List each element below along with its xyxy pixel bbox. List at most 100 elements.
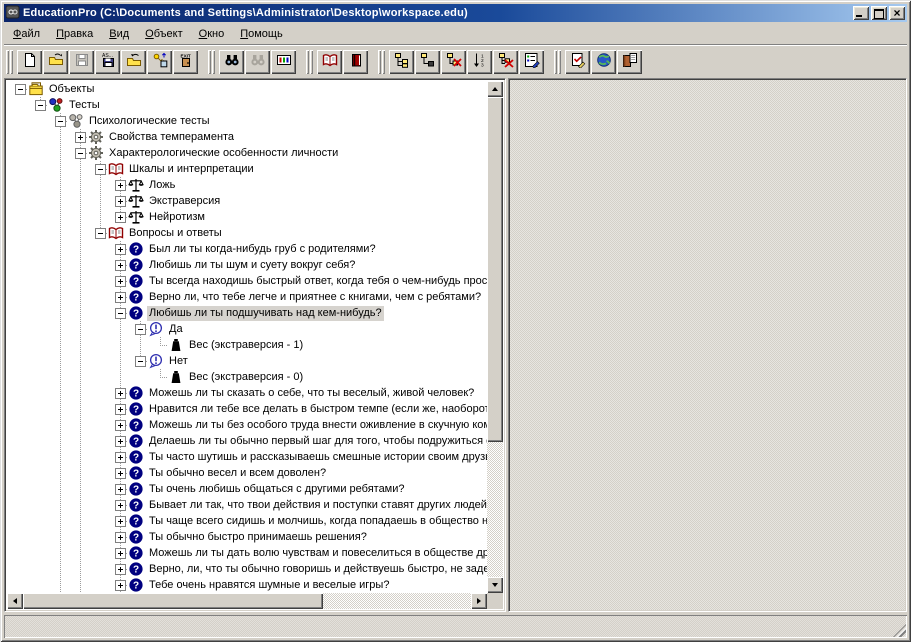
tree-node-label[interactable]: Объекты <box>47 82 96 97</box>
toolbar-grip[interactable] <box>10 50 13 74</box>
vertical-scrollbar[interactable] <box>487 81 503 593</box>
tree-node-label[interactable]: Шкалы и интерпретации <box>127 162 256 177</box>
vertical-scroll-thumb[interactable] <box>487 97 503 442</box>
close-button[interactable]: × <box>889 6 905 20</box>
toolbar-grip[interactable] <box>6 50 9 74</box>
horizontal-scrollbar[interactable] <box>7 593 487 609</box>
exit-button[interactable]: EXIT <box>173 50 198 74</box>
tree-expander-plus[interactable] <box>115 260 126 271</box>
tree-node-label[interactable]: Вес (экстраверсия - 0) <box>187 370 305 385</box>
minimize-button[interactable] <box>853 6 869 20</box>
tree-node-label[interactable]: Ты обычно быстро принимаешь решения? <box>147 530 369 545</box>
find-button[interactable] <box>219 50 244 74</box>
tree-expander-plus[interactable] <box>115 500 126 511</box>
scroll-left-button[interactable] <box>7 593 23 609</box>
tree-node-label[interactable]: Нет <box>167 354 190 369</box>
title-bar[interactable]: EducationPro (C:\Documents and Settings\… <box>4 4 907 22</box>
tree-expander-minus[interactable] <box>35 100 46 111</box>
toolbar-grip[interactable] <box>208 50 211 74</box>
tree-node-label[interactable]: Ты всегда находишь быстрый ответ, когда … <box>147 274 487 289</box>
tree-expander-plus[interactable] <box>115 564 126 575</box>
scroll-right-button[interactable] <box>471 593 487 609</box>
tree-node-label[interactable]: Психологические тесты <box>87 114 212 129</box>
tree-expander-plus[interactable] <box>115 580 126 591</box>
tree-expander-minus[interactable] <box>75 148 86 159</box>
open-book-button[interactable] <box>317 50 342 74</box>
new-button[interactable] <box>17 50 42 74</box>
tree-expander-plus[interactable] <box>115 180 126 191</box>
tree-expander-minus[interactable] <box>95 228 106 239</box>
columns-button[interactable] <box>271 50 296 74</box>
scroll-up-button[interactable] <box>487 81 503 97</box>
tree-expander-plus[interactable] <box>115 436 126 447</box>
menu-item-1[interactable]: Файл <box>5 26 48 43</box>
tree-node-label[interactable]: Характерологические особенности личности <box>107 146 340 161</box>
tree-node-label[interactable]: Ты обычно весел и всем доволен? <box>147 466 328 481</box>
open-button[interactable] <box>43 50 68 74</box>
tree-expander-plus[interactable] <box>115 548 126 559</box>
tree-expander-plus[interactable] <box>115 244 126 255</box>
properties-button[interactable] <box>519 50 544 74</box>
reference-button[interactable] <box>617 50 642 74</box>
add-node-button[interactable] <box>415 50 440 74</box>
save-button[interactable] <box>69 50 94 74</box>
scroll-down-button[interactable] <box>487 577 503 593</box>
toolbar-grip[interactable] <box>382 50 385 74</box>
tree-node-label[interactable]: Ты чаще всего сидишь и молчишь, когда по… <box>147 514 487 529</box>
save-as-button[interactable]: AS... <box>95 50 120 74</box>
menu-item-5[interactable]: Окно <box>191 26 233 43</box>
tree-node-label[interactable]: Можешь ли ты сказать о себе, что ты весе… <box>147 386 476 401</box>
tree-expander-plus[interactable] <box>115 452 126 463</box>
menu-item-6[interactable]: Помощь <box>232 26 291 43</box>
tree-node-label[interactable]: Можешь ли ты дать волю чувствам и повесе… <box>147 546 487 561</box>
export-keys-button[interactable] <box>147 50 172 74</box>
menu-item-2[interactable]: Правка <box>48 26 101 43</box>
tree-node-label[interactable]: Вопросы и ответы <box>127 226 224 241</box>
toolbar-grip[interactable] <box>558 50 561 74</box>
tree-expander-plus[interactable] <box>75 132 86 143</box>
maximize-button[interactable] <box>871 6 887 20</box>
tree-node-label[interactable]: Верно, ли, что ты обычно говоришь и дейс… <box>147 562 487 577</box>
tree-node-label[interactable]: Делаешь ли ты обычно первый шаг для того… <box>147 434 487 449</box>
tree-node-label[interactable]: Ты очень любишь общаться с другими ребят… <box>147 482 407 497</box>
tree-expander-plus[interactable] <box>115 276 126 287</box>
tree-node-label[interactable]: Экстраверсия <box>147 194 222 209</box>
tree-expander-plus[interactable] <box>115 420 126 431</box>
find-next-button[interactable] <box>245 50 270 74</box>
menu-item-3[interactable]: Вид <box>101 26 137 43</box>
tree-expander-plus[interactable] <box>115 516 126 527</box>
tree-node-label[interactable]: Свойства темперамента <box>107 130 236 145</box>
tree-expander-minus[interactable] <box>135 324 146 335</box>
toolbar-grip[interactable] <box>310 50 313 74</box>
tree-expander-minus[interactable] <box>115 308 126 319</box>
tree-expander-plus[interactable] <box>115 532 126 543</box>
tree-expander-minus[interactable] <box>15 84 26 95</box>
tree-expander-minus[interactable] <box>135 356 146 367</box>
tree-expander-plus[interactable] <box>115 212 126 223</box>
tree-expander-minus[interactable] <box>95 164 106 175</box>
tree-node-label[interactable]: Ты часто шутишь и рассказываешь смешные … <box>147 450 487 465</box>
toolbar-grip[interactable] <box>306 50 309 74</box>
tree-node-label[interactable]: Ложь <box>147 178 177 193</box>
horizontal-scroll-thumb[interactable] <box>23 593 323 609</box>
tree-node-label[interactable]: Был ли ты когда-нибудь груб с родителями… <box>147 242 378 257</box>
close-book-button[interactable] <box>343 50 368 74</box>
delete-node-button[interactable] <box>441 50 466 74</box>
add-child-node-button[interactable] <box>389 50 414 74</box>
tree-node-label[interactable]: Любишь ли ты подшучивать над кем-нибудь? <box>147 306 384 321</box>
tree-expander-plus[interactable] <box>115 404 126 415</box>
toolbar-grip[interactable] <box>378 50 381 74</box>
delete-branch-button[interactable] <box>493 50 518 74</box>
tree-expander-plus[interactable] <box>115 484 126 495</box>
tree-expander-minus[interactable] <box>55 116 66 127</box>
tree-node-label[interactable]: Любишь ли ты шум и суету вокруг себя? <box>147 258 357 273</box>
toolbar-grip[interactable] <box>554 50 557 74</box>
tree-node-label[interactable]: Можешь ли ты без особого труда внести ож… <box>147 418 487 433</box>
tree-node-label[interactable]: Тесты <box>67 98 102 113</box>
tree-node-label[interactable]: Бывает ли так, что твои действия и посту… <box>147 498 487 513</box>
tree-expander-plus[interactable] <box>115 292 126 303</box>
sort-button[interactable]: 123 <box>467 50 492 74</box>
tree-expander-plus[interactable] <box>115 196 126 207</box>
tree-node-label[interactable]: Тебе очень нравятся шумные и веселые игр… <box>147 578 391 593</box>
tree-node-label[interactable]: Нейротизм <box>147 210 207 225</box>
